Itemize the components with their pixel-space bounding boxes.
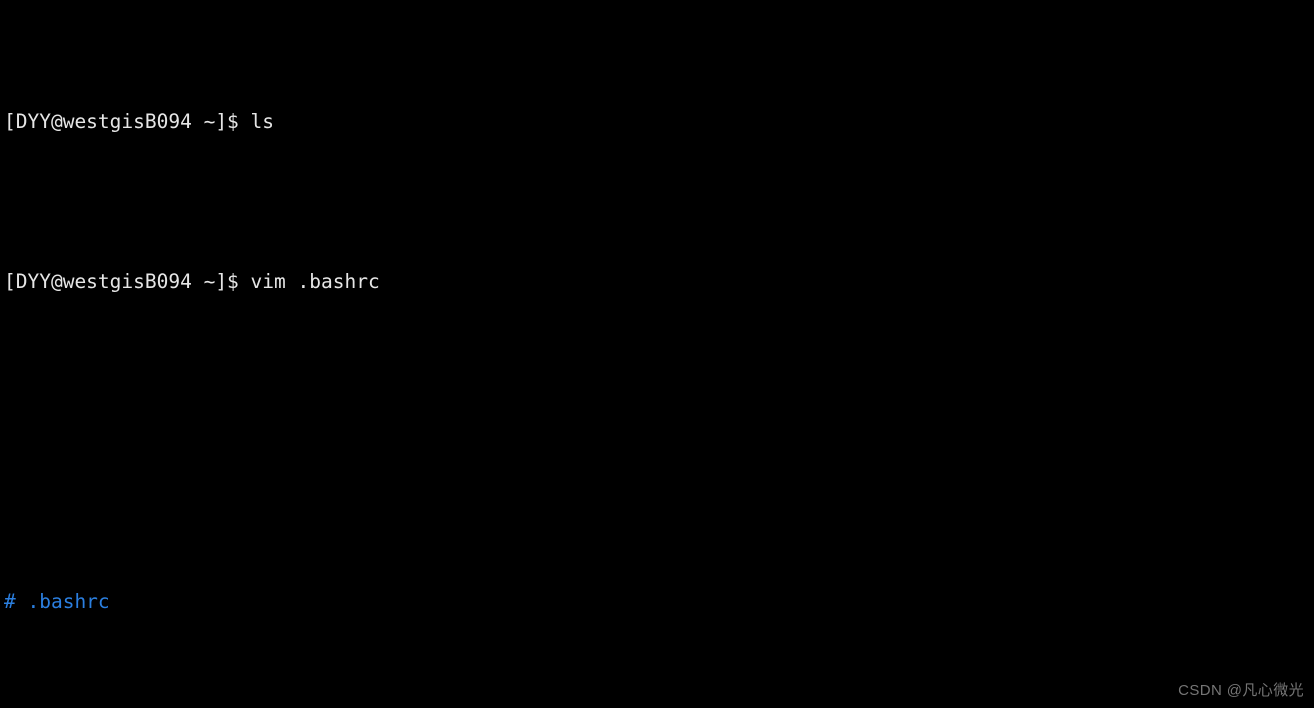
shell-prompt: [DYY@westgisB094 ~]$ [4,270,251,293]
terminal-screen: [DYY@westgisB094 ~]$ ls [DYY@westgisB094… [0,0,1314,708]
blank-row [0,426,1314,458]
scrollback-clipped-text: [DYY@westgisB094 ~]$ ls [4,110,275,133]
shell-command: vim .bashrc [250,270,380,293]
comment-text: # .bashrc [4,590,110,613]
shell-prompt-line: [DYY@westgisB094 ~]$ vim .bashrc [0,266,1314,298]
editor-line-1[interactable]: # .bashrc [0,586,1314,618]
terminal-window[interactable]: [DYY@westgisB094 ~]$ ls [DYY@westgisB094… [0,0,1314,708]
scrollback-clipped-line: [DYY@westgisB094 ~]$ ls [0,106,1314,138]
